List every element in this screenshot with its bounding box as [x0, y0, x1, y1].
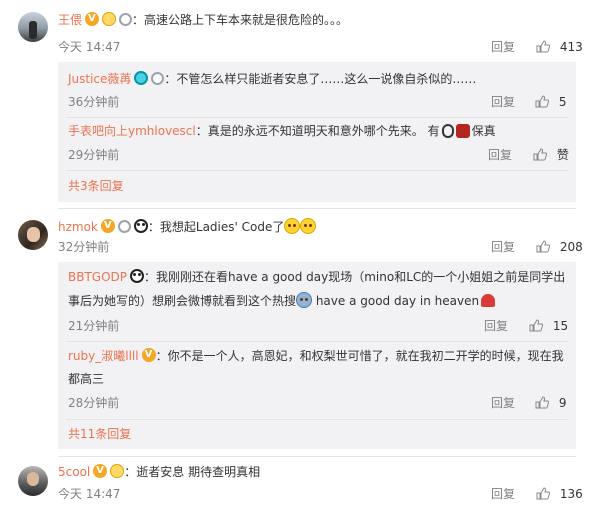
comment-body: 王偎 ：高速公路上下车本来就是很危险的。。。 — [58, 10, 349, 29]
fan-badge-icon — [110, 464, 125, 478]
reply-list: BBTGODP ：我刚刚还在看have a good day现场（mino和LC的… — [58, 262, 576, 449]
like-button[interactable]: 413 — [536, 38, 583, 56]
reply-username[interactable]: 手表吧向上ymhlovescl — [68, 124, 196, 138]
more-replies-link[interactable]: 共3条回复 — [68, 177, 124, 195]
reply-body: ruby_淑曦llll ：你不是一个人，高恩妃，和权梨世可惜了，就在我初二开学的时… — [68, 346, 564, 365]
reply-text: 都高三 — [68, 372, 105, 386]
like-button[interactable]: 5 — [535, 93, 566, 111]
emoji-icon — [296, 292, 313, 308]
reply-body-line: 事后为她写的）想刷会微博就看到这个热搜 have a good day in h… — [68, 292, 496, 310]
like-count: 136 — [559, 487, 583, 501]
reply-text: have a good day in heaven — [312, 294, 480, 308]
thumb-up-icon — [536, 40, 550, 53]
comment-time: 今天 14:47 — [58, 487, 121, 501]
thumb-up-icon — [536, 487, 550, 500]
more-replies-link[interactable]: 共11条回复 — [68, 425, 131, 443]
like-count: 208 — [559, 240, 583, 254]
reply-time: 29分钟前 — [68, 148, 120, 162]
thumb-up-icon — [535, 95, 549, 108]
reply-button[interactable]: 回复 — [491, 38, 515, 56]
like-button[interactable]: 208 — [536, 238, 583, 256]
divider — [66, 419, 568, 420]
thumb-up-icon — [533, 148, 547, 161]
reply-text: ：真是的永远不知道明天和意外哪个先来。 有 — [195, 124, 440, 138]
comment-body: 5cool ：逝者安息 期待查明真相 — [58, 462, 261, 481]
comment-item: 王偎 ：高速公路上下车本来就是很危险的。。。 今天 14:47 回复 413 Ju… — [0, 0, 590, 205]
vip-badge-icon — [100, 217, 115, 235]
divider — [58, 208, 576, 209]
like-button[interactable]: 15 — [529, 317, 568, 335]
reply-username[interactable]: ruby_淑曦llll — [68, 349, 139, 363]
reply-button[interactable]: 回复 — [484, 317, 508, 335]
comment-time: 今天 14:47 — [58, 40, 121, 54]
comment-body: hzmok ：我想起Ladies' Code了 — [58, 217, 317, 236]
reply-list: Justice薇苒 ：不管怎么样只能逝者安息了……这么一说像自杀似的…… 36分钟… — [58, 62, 576, 202]
avatar[interactable] — [18, 220, 48, 250]
comment-text: ：高速公路上下车本来就是很危险的。。。 — [132, 13, 349, 27]
like-count: 9 — [558, 396, 567, 410]
reply-username[interactable]: Justice薇苒 — [68, 72, 131, 86]
like-count: 赞 — [556, 148, 569, 162]
reply-time: 28分钟前 — [68, 396, 120, 410]
reply-text-tail: 保真 — [471, 124, 496, 138]
reply-button[interactable]: 回复 — [491, 485, 515, 503]
heart-icon — [481, 294, 496, 307]
divider — [66, 170, 568, 171]
medal-icon — [119, 13, 133, 26]
comment-username[interactable]: 5cool — [58, 465, 90, 479]
avatar[interactable] — [18, 466, 48, 496]
comment-username[interactable]: hzmok — [58, 220, 98, 234]
reply-time: 36分钟前 — [68, 95, 120, 109]
reply-username[interactable]: BBTGODP — [68, 270, 127, 284]
vip-badge-icon — [85, 10, 100, 28]
reply-body: BBTGODP ：我刚刚还在看have a good day现场（mino和LC的… — [68, 268, 565, 286]
like-count: 5 — [558, 95, 567, 109]
divider — [66, 117, 568, 118]
heart-icon — [455, 124, 470, 138]
like-button[interactable]: 9 — [535, 394, 566, 412]
reply-body-line: 都高三 — [68, 370, 104, 388]
reply-text: ：不管怎么样只能逝者安息了……这么一说像自杀似的…… — [164, 72, 477, 86]
reply-text: ：我刚刚还在看have a good day现场（mino和LC的一个小姐姐之前… — [144, 270, 566, 284]
watch-icon — [441, 124, 454, 138]
comment-username[interactable]: 王偎 — [58, 13, 82, 27]
emoji-icon — [300, 218, 317, 234]
reply-text: 事后为她写的）想刷会微博就看到这个热搜 — [68, 294, 297, 308]
comment-item: hzmok ：我想起Ladies' Code了 32分钟前 回复 208 BBTG… — [0, 210, 590, 455]
reply-body: Justice薇苒 ：不管怎么样只能逝者安息了……这么一说像自杀似的…… — [68, 70, 476, 88]
vip-badge-icon — [134, 71, 149, 85]
emoji-icon — [284, 218, 301, 234]
comment-text: ：我想起Ladies' Code了 — [147, 220, 285, 234]
medal-icon — [117, 220, 131, 233]
reply-button[interactable]: 回复 — [491, 93, 515, 111]
reply-button[interactable]: 回复 — [491, 238, 515, 256]
fan-badge-icon — [102, 12, 117, 26]
comment-time: 32分钟前 — [58, 240, 110, 254]
comment-item: 5cool ：逝者安息 期待查明真相 今天 14:47 回复 136 — [0, 458, 590, 509]
like-count: 15 — [552, 319, 569, 333]
like-count: 413 — [559, 40, 583, 54]
medal-icon — [151, 72, 165, 85]
panda-icon — [130, 269, 145, 283]
reply-body: 手表吧向上ymhlovescl：真是的永远不知道明天和意外哪个先来。 有 保真 — [68, 122, 496, 140]
reply-button[interactable]: 回复 — [491, 394, 515, 412]
thumb-up-icon — [535, 396, 549, 409]
reply-time: 21分钟前 — [68, 319, 120, 333]
vip-badge-icon — [93, 462, 108, 480]
like-button[interactable]: 136 — [536, 485, 583, 503]
reply-text: ：你不是一个人，高恩妃，和权梨世可惜了，就在我初二开学的时候，现在我 — [155, 349, 564, 363]
reply-button[interactable]: 回复 — [488, 146, 512, 164]
vip-badge-icon — [141, 346, 156, 364]
comment-text: ：逝者安息 期待查明真相 — [124, 465, 261, 479]
avatar[interactable] — [18, 12, 48, 42]
divider — [58, 456, 576, 457]
thumb-up-icon — [529, 319, 543, 332]
like-button[interactable]: 赞 — [533, 146, 569, 164]
thumb-up-icon — [536, 240, 550, 253]
panda-icon — [133, 219, 148, 233]
divider — [66, 341, 568, 342]
